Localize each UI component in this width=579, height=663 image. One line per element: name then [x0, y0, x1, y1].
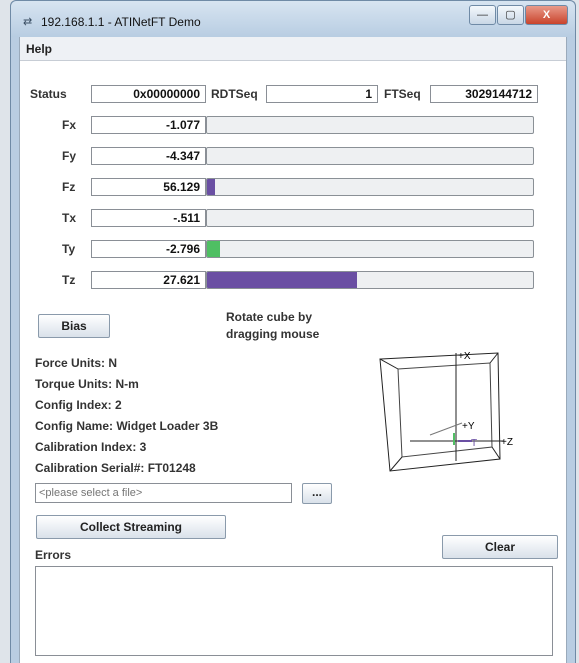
- close-button[interactable]: X: [525, 5, 568, 25]
- rotate-hint-line2: dragging mouse: [226, 327, 320, 341]
- axis-label-fz: Fz: [62, 180, 76, 194]
- maximize-button[interactable]: ▢: [497, 5, 524, 25]
- title-bar[interactable]: ⇄ 192.168.1.1 - ATINetFT Demo — ▢ X: [11, 1, 575, 37]
- errors-label: Errors: [35, 548, 72, 562]
- minimize-button[interactable]: —: [469, 5, 496, 25]
- axis-label-fy: Fy: [62, 149, 77, 163]
- network-icon: ⇄: [23, 16, 33, 28]
- collect-streaming-button[interactable]: Collect Streaming: [36, 515, 226, 539]
- app-window: ⇄ 192.168.1.1 - ATINetFT Demo — ▢ X Help…: [10, 0, 576, 663]
- bias-button[interactable]: Bias: [38, 314, 110, 338]
- clear-button[interactable]: Clear: [442, 535, 558, 559]
- rdtseq-value: 1: [266, 85, 378, 103]
- axis-value-fx: -1.077: [91, 116, 206, 134]
- info-line: Calibration Index: 3: [35, 440, 147, 454]
- cube-y-label: +Y: [462, 421, 475, 432]
- rotatable-cube-view[interactable]: +X +Y +Z T: [370, 349, 520, 479]
- axis-bar-fx: [206, 116, 534, 134]
- menu-bar: Help: [20, 37, 566, 61]
- axis-value-tx: -.511: [91, 209, 206, 227]
- axis-bar-fy: [206, 147, 534, 165]
- axis-label-tx: Tx: [62, 211, 77, 225]
- axis-value-ty: -2.796: [91, 240, 206, 258]
- info-line: Torque Units: N-m: [35, 377, 139, 391]
- errors-textarea[interactable]: [35, 566, 553, 656]
- axis-bar-tx: [206, 209, 534, 227]
- menu-help[interactable]: Help: [26, 42, 52, 56]
- axis-bar-fill-tz: [207, 272, 357, 288]
- window-title: 192.168.1.1 - ATINetFT Demo: [41, 15, 201, 29]
- axis-label-fx: Fx: [62, 118, 77, 132]
- axis-value-fz: 56.129: [91, 178, 206, 196]
- info-line: Calibration Serial#: FT01248: [35, 461, 196, 475]
- axis-bar-fz: [206, 178, 534, 196]
- info-line: Force Units: N: [35, 356, 118, 370]
- rotate-hint-line1: Rotate cube by: [226, 310, 313, 324]
- axis-bar-fill-fz: [207, 179, 216, 195]
- status-value: 0x00000000: [91, 85, 206, 103]
- status-label: Status: [30, 87, 67, 101]
- info-line: Config Name: Widget Loader 3B: [35, 419, 219, 433]
- info-line: Config Index: 2: [35, 398, 122, 412]
- ftseq-value: 3029144712: [430, 85, 538, 103]
- client-area: Help Status 0x00000000 RDTSeq 1 FTSeq 30…: [19, 37, 567, 663]
- rdtseq-label: RDTSeq: [211, 87, 258, 101]
- axis-label-ty: Ty: [62, 242, 76, 256]
- axis-label-tz: Tz: [62, 273, 76, 287]
- axis-bar-ty: [206, 240, 534, 258]
- cube-torque-label: T: [471, 438, 477, 449]
- browse-button[interactable]: ...: [302, 483, 332, 504]
- axis-value-fy: -4.347: [91, 147, 206, 165]
- cube-z-label: +Z: [501, 437, 513, 448]
- ftseq-label: FTSeq: [384, 87, 421, 101]
- axis-bar-tz: [206, 271, 534, 289]
- file-path-input[interactable]: [35, 483, 292, 503]
- axis-bar-fill-ty: [207, 241, 221, 257]
- cube-x-label: +X: [458, 351, 471, 362]
- axis-value-tz: 27.621: [91, 271, 206, 289]
